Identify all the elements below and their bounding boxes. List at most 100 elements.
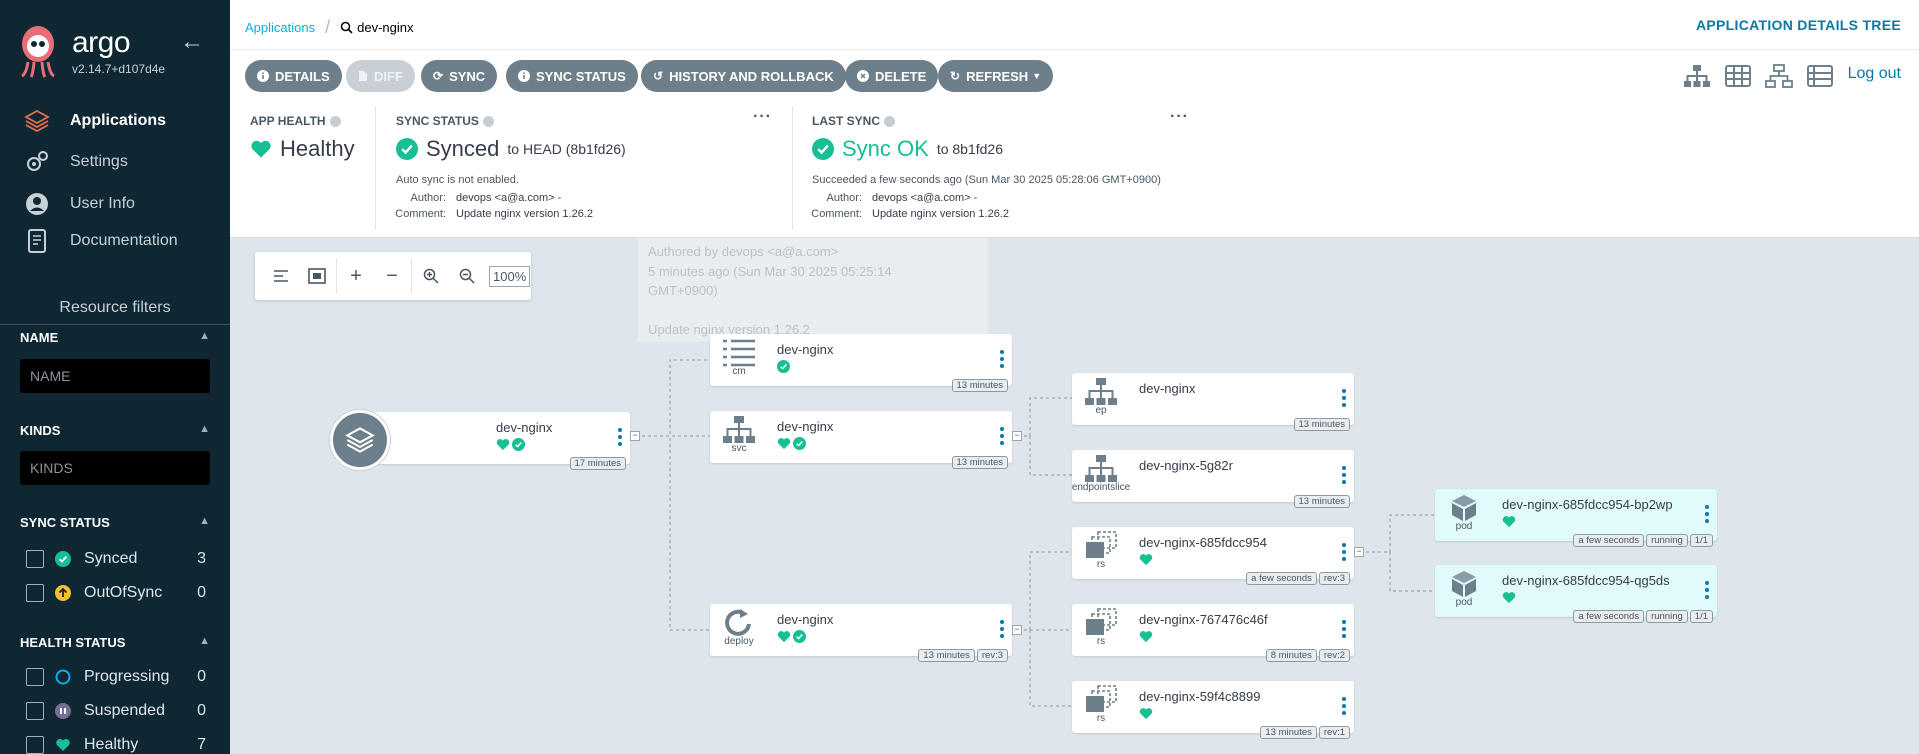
node-menu-icon[interactable] bbox=[1000, 350, 1004, 368]
refresh-button[interactable]: ↻ REFRESH ▼ bbox=[938, 60, 1054, 92]
node-tags: 13 minutes bbox=[951, 379, 1008, 392]
collapse-sidebar-icon[interactable]: ← bbox=[180, 28, 204, 56]
status-tag: running bbox=[1646, 534, 1688, 547]
node-menu-icon[interactable] bbox=[1000, 620, 1004, 638]
help-icon[interactable] bbox=[329, 115, 341, 127]
breadcrumb-applications-link[interactable]: Applications bbox=[245, 20, 315, 35]
breadcrumb-current[interactable]: dev-nginx bbox=[340, 20, 414, 35]
filter-outofsync[interactable]: OutOfSync 0 bbox=[26, 584, 206, 602]
checkbox[interactable] bbox=[26, 702, 44, 720]
progress-circle-icon bbox=[54, 668, 72, 686]
replicaset-node[interactable]: rs dev-nginx-59f4c8899 13 minutes rev:1 bbox=[1072, 681, 1354, 739]
filter-label: OutOfSync bbox=[84, 584, 163, 601]
last-sync-target: to 8b1fd26 bbox=[936, 141, 1003, 157]
node-menu-icon[interactable] bbox=[1705, 505, 1709, 523]
version-label: v2.14.7+d107d4e bbox=[72, 62, 166, 76]
logout-link[interactable]: Log out bbox=[1848, 65, 1901, 83]
checkbox[interactable] bbox=[26, 550, 44, 568]
fit-screen-icon[interactable] bbox=[299, 261, 335, 291]
sync-status-button[interactable]: SYNC STATUS bbox=[506, 60, 638, 92]
replicaset-node[interactable]: rs dev-nginx-767476c46f 8 minutes rev:2 bbox=[1072, 604, 1354, 662]
collapse-triangle-icon[interactable]: ▲ bbox=[199, 330, 210, 345]
tooltip-line: Authored by devops <a@a.com> bbox=[648, 244, 839, 259]
minus-icon[interactable]: − bbox=[374, 261, 410, 291]
collapse-triangle-icon[interactable]: ▲ bbox=[199, 423, 210, 438]
more-options-icon[interactable]: ··· bbox=[753, 108, 772, 126]
filter-suspended[interactable]: Suspended 0 bbox=[26, 702, 206, 720]
configmap-node[interactable]: cm dev-nginx 13 minutes bbox=[710, 334, 1012, 392]
pods-grid-view-icon[interactable] bbox=[1724, 64, 1752, 88]
kinds-filter-header[interactable]: KINDS ▲ bbox=[20, 423, 210, 438]
node-menu-icon[interactable] bbox=[1342, 620, 1346, 638]
app-node[interactable]: dev-nginx 17 minutes bbox=[368, 412, 630, 470]
name-filter-input[interactable]: NAME bbox=[20, 359, 210, 393]
more-options-icon[interactable]: ··· bbox=[1170, 108, 1189, 126]
argo-logo-icon[interactable] bbox=[18, 22, 58, 78]
tree-view-icon[interactable] bbox=[1683, 64, 1711, 88]
node-menu-icon[interactable] bbox=[1000, 427, 1004, 445]
node-menu-icon[interactable] bbox=[618, 428, 622, 446]
node-kind: ep bbox=[1095, 405, 1107, 416]
name-filter-header[interactable]: NAME ▲ bbox=[20, 330, 210, 345]
delete-button[interactable]: DELETE bbox=[845, 60, 939, 92]
zoom-out-icon[interactable] bbox=[449, 261, 485, 291]
node-menu-icon[interactable] bbox=[1342, 543, 1346, 561]
endpoints-node[interactable]: ep dev-nginx 13 minutes bbox=[1072, 373, 1354, 431]
filter-synced[interactable]: Synced 3 bbox=[26, 550, 206, 568]
history-rollback-button[interactable]: ↺ HISTORY AND ROLLBACK bbox=[641, 60, 846, 92]
nav-documentation[interactable]: Documentation bbox=[24, 228, 178, 254]
health-status-filter-header[interactable]: HEALTH STATUS ▲ bbox=[20, 635, 210, 650]
node-tags: a few seconds running 1/1 bbox=[1573, 534, 1713, 547]
sync-status-filter-header[interactable]: SYNC STATUS ▲ bbox=[20, 515, 210, 530]
pod-node[interactable]: pod dev-nginx-685fdcc954-qg5ds a few sec… bbox=[1435, 565, 1717, 623]
node-menu-icon[interactable] bbox=[1342, 389, 1346, 407]
nav-user-info[interactable]: User Info bbox=[24, 191, 135, 217]
replicaset-node[interactable]: rs dev-nginx-685fdcc954 a few seconds rev… bbox=[1072, 527, 1354, 585]
diff-button[interactable]: DIFF bbox=[346, 60, 415, 92]
nav-settings[interactable]: Settings bbox=[24, 149, 128, 175]
node-menu-icon[interactable] bbox=[1342, 466, 1346, 484]
revision-tag: rev:3 bbox=[1318, 572, 1350, 585]
age-tag: 8 minutes bbox=[1265, 649, 1317, 662]
filter-progressing[interactable]: Progressing 0 bbox=[26, 668, 206, 686]
checkbox[interactable] bbox=[26, 736, 44, 754]
kinds-filter-input[interactable]: KINDS bbox=[20, 451, 210, 485]
checkbox[interactable] bbox=[26, 668, 44, 686]
endpointslice-node[interactable]: endpointslice dev-nginx-5g82r 13 minutes bbox=[1072, 450, 1354, 508]
zoom-in-icon[interactable] bbox=[413, 261, 449, 291]
collapse-toggle[interactable]: − bbox=[1012, 625, 1022, 635]
resource-tree-graph[interactable]: + − 100% Authored by devops <a@a.com> 5 … bbox=[230, 238, 1919, 754]
nav-applications[interactable]: Applications bbox=[24, 108, 166, 134]
plus-icon[interactable]: + bbox=[338, 261, 374, 291]
collapse-toggle[interactable]: − bbox=[630, 431, 640, 441]
node-menu-icon[interactable] bbox=[1705, 581, 1709, 599]
filter-healthy[interactable]: Healthy 7 bbox=[26, 736, 206, 754]
status-panel: APP HEALTH Healthy SYNC STATUS ··· Synce… bbox=[230, 106, 1919, 238]
sync-status-value[interactable]: Synced to HEAD (8b1fd26) bbox=[396, 136, 626, 162]
app-health-value[interactable]: Healthy bbox=[250, 136, 355, 162]
network-view-icon[interactable] bbox=[1765, 64, 1793, 88]
align-left-icon[interactable] bbox=[263, 261, 299, 291]
check-circle-icon bbox=[396, 138, 418, 160]
checkbox[interactable] bbox=[26, 584, 44, 602]
collapse-triangle-icon[interactable]: ▲ bbox=[199, 635, 210, 650]
check-circle-icon bbox=[793, 437, 806, 450]
tooltip-line: 5 minutes ago (Sun Mar 30 2025 05:25:14 bbox=[648, 263, 892, 279]
service-node[interactable]: svc dev-nginx 13 minutes bbox=[710, 411, 1012, 469]
last-sync-value[interactable]: Sync OK to 8b1fd26 bbox=[812, 136, 1003, 162]
divider bbox=[336, 258, 337, 294]
deployment-node[interactable]: deploy dev-nginx 13 minutes rev:3 bbox=[710, 604, 1012, 662]
graph-zoom-toolbar: + − 100% bbox=[255, 252, 531, 300]
sync-button[interactable]: ⟳ SYNC bbox=[421, 60, 498, 92]
help-icon[interactable] bbox=[482, 115, 494, 127]
pod-node[interactable]: pod dev-nginx-685fdcc954-bp2wp a few sec… bbox=[1435, 489, 1717, 547]
arrow-up-circle-icon bbox=[54, 584, 72, 602]
heart-icon bbox=[496, 439, 510, 451]
collapse-toggle[interactable]: − bbox=[1012, 431, 1022, 441]
node-menu-icon[interactable] bbox=[1342, 697, 1346, 715]
details-button[interactable]: DETAILS bbox=[245, 60, 342, 92]
list-view-icon[interactable] bbox=[1806, 64, 1834, 88]
collapse-triangle-icon[interactable]: ▲ bbox=[199, 515, 210, 530]
help-icon[interactable] bbox=[884, 115, 896, 127]
collapse-toggle[interactable]: − bbox=[1354, 547, 1364, 557]
